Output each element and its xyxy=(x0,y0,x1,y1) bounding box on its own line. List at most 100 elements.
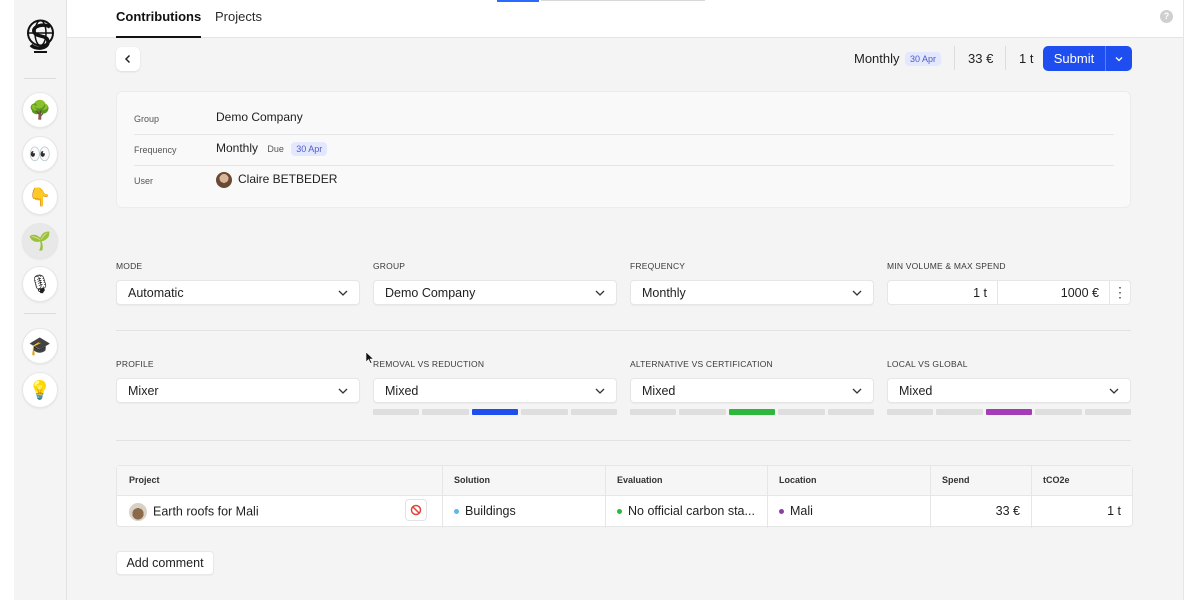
column-header-project[interactable]: Project xyxy=(129,475,160,485)
divider xyxy=(1005,46,1006,70)
sidebar-item-eyes[interactable]: 👀 xyxy=(22,136,58,172)
mode-value: Automatic xyxy=(128,286,184,300)
local-select[interactable]: Mixed xyxy=(887,378,1131,403)
tab-contributions[interactable]: Contributions xyxy=(116,9,202,38)
info-row-user: User Claire BETBEDER xyxy=(117,166,1130,197)
solution-value: Buildings xyxy=(465,504,516,518)
sidebar-divider xyxy=(24,78,56,79)
solution-dot xyxy=(454,509,459,515)
microphone-icon: 🎙 xyxy=(28,273,52,295)
info-value: Claire BETBEDER xyxy=(216,172,337,188)
removal-select[interactable]: Mixed xyxy=(373,378,617,403)
seedling-icon: 🌱 xyxy=(28,230,52,252)
more-options-icon[interactable]: ⋮ xyxy=(1109,280,1131,305)
frequency-summary: Monthly xyxy=(854,51,900,66)
sidebar-item-tree[interactable]: 🌳 xyxy=(22,92,58,128)
submit-options-button[interactable] xyxy=(1106,46,1132,71)
info-value: Monthly Due 30 Apr xyxy=(216,141,328,156)
min-volume-input[interactable]: 1 t xyxy=(887,280,998,305)
slider-thumb xyxy=(728,409,776,415)
column-header-solution[interactable]: Solution xyxy=(454,475,490,485)
group-label: GROUP xyxy=(373,261,406,271)
exclude-project-button[interactable] xyxy=(405,499,427,521)
avatar xyxy=(216,172,232,188)
chevron-down-icon xyxy=(338,388,348,394)
column-divider xyxy=(1031,466,1032,528)
project-cell[interactable]: Earth roofs for Mali xyxy=(129,503,259,521)
frequency-select[interactable]: Monthly xyxy=(630,280,874,305)
top-progress-track xyxy=(541,0,705,1)
min-volume-value: 1 t xyxy=(973,286,987,300)
info-key: User xyxy=(134,176,154,186)
evaluation-dot xyxy=(617,509,622,515)
removal-value: Mixed xyxy=(385,384,419,398)
slider-thumb xyxy=(985,409,1033,415)
prohibited-icon xyxy=(410,504,422,516)
submit-button[interactable]: Submit xyxy=(1043,46,1106,71)
top-progress-indicator xyxy=(497,0,539,2)
project-thumbnail xyxy=(129,503,147,521)
top-nav: Contributions Projects ? xyxy=(67,0,1183,38)
date-badge: 30 Apr xyxy=(905,52,942,66)
chevron-down-icon xyxy=(1109,388,1119,394)
frequency-label: FREQUENCY xyxy=(630,261,686,271)
hand-pointing-icon: 👇 xyxy=(28,186,52,208)
column-header-spend[interactable]: Spend xyxy=(942,475,970,485)
back-button[interactable] xyxy=(116,47,140,71)
local-value: Mixed xyxy=(899,384,933,398)
graduation-cap-icon: 🎓 xyxy=(28,335,52,357)
max-spend-input[interactable]: 1000 € xyxy=(997,280,1110,305)
solution-cell: Buildings xyxy=(454,504,599,518)
column-header-tco2e[interactable]: tCO2e xyxy=(1043,475,1070,485)
project-name: Earth roofs for Mali xyxy=(153,504,259,519)
removal-slider[interactable] xyxy=(373,409,618,415)
chevron-down-icon xyxy=(1115,56,1123,61)
info-key: Group xyxy=(134,114,160,124)
divider xyxy=(116,440,1131,441)
sidebar-item-hand[interactable]: 👇 xyxy=(22,179,58,215)
column-divider xyxy=(442,466,443,528)
chevron-down-icon xyxy=(595,388,605,394)
location-value: Mali xyxy=(790,504,813,518)
chevron-down-icon xyxy=(852,290,862,296)
projects-table: Project Solution Evaluation Location Spe… xyxy=(116,465,1133,528)
chevron-down-icon xyxy=(595,290,605,296)
info-row-frequency: Frequency Monthly Due 30 Apr xyxy=(117,135,1130,166)
group-select[interactable]: Demo Company xyxy=(373,280,617,305)
sidebar-item-seedling[interactable]: 🌱 xyxy=(22,223,58,259)
group-value: Demo Company xyxy=(385,286,476,300)
tree-icon: 🌳 xyxy=(28,99,52,121)
globe-logo-icon[interactable] xyxy=(26,18,55,58)
sidebar-item-bulb[interactable]: 💡 xyxy=(22,372,58,408)
tco2e-cell: 1 t xyxy=(1107,504,1121,518)
location-dot xyxy=(779,509,784,515)
alternative-select[interactable]: Mixed xyxy=(630,378,874,403)
column-header-location[interactable]: Location xyxy=(779,475,817,485)
alternative-slider[interactable] xyxy=(630,409,875,415)
min-max-label: MIN VOLUME & MAX SPEND xyxy=(887,261,1006,271)
frequency-value: Monthly xyxy=(642,286,686,300)
spend-cell: 33 € xyxy=(995,504,1020,518)
removal-label: REMOVAL VS REDUCTION xyxy=(373,359,485,369)
evaluation-value: No official carbon sta... xyxy=(628,504,755,518)
mode-select[interactable]: Automatic xyxy=(116,280,360,305)
frequency-value: Monthly xyxy=(216,141,259,155)
add-comment-button[interactable]: Add comment xyxy=(116,551,214,575)
alternative-value: Mixed xyxy=(642,384,676,398)
tab-projects[interactable]: Projects xyxy=(215,9,262,38)
help-icon[interactable]: ? xyxy=(1160,10,1173,23)
profile-select[interactable]: Mixer xyxy=(116,378,360,403)
column-header-evaluation[interactable]: Evaluation xyxy=(617,475,663,485)
profile-value: Mixer xyxy=(128,384,159,398)
chevron-left-icon xyxy=(124,54,131,64)
profile-label: PROFILE xyxy=(116,359,154,369)
light-bulb-icon: 💡 xyxy=(28,379,52,401)
user-name: Claire BETBEDER xyxy=(238,172,338,187)
sidebar-item-graduation[interactable]: 🎓 xyxy=(22,328,58,364)
due-label: Due xyxy=(267,144,284,154)
sidebar-item-microphone[interactable]: 🎙 xyxy=(22,266,58,302)
column-divider xyxy=(767,466,768,528)
local-slider[interactable] xyxy=(887,409,1132,415)
amount-summary: 33 € xyxy=(968,51,994,66)
location-cell: Mali xyxy=(779,504,924,518)
